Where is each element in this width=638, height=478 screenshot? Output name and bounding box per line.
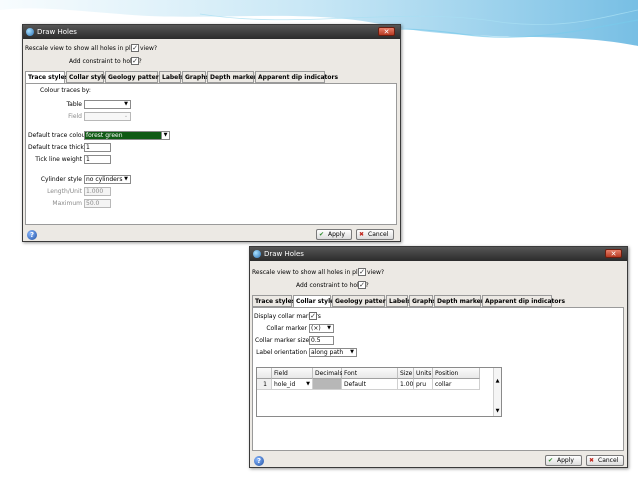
table-cell-decimals[interactable] [313, 379, 342, 390]
field-label: Field [68, 113, 82, 120]
apply-button[interactable]: ✔ Apply [545, 455, 582, 466]
draw-holes-dialog-collar-styles: Draw Holes ✕ Rescale view to show all ho… [249, 246, 628, 468]
title-bar: Draw Holes ✕ [23, 25, 400, 39]
chevron-down-icon: ▼ [350, 349, 354, 355]
window-title: Draw Holes [37, 28, 77, 36]
table-header-size[interactable]: Size [398, 368, 414, 379]
cross-icon: ✖ [589, 457, 595, 464]
chevron-down-icon: ▼ [161, 132, 169, 139]
tab-apparent-dip-indicators[interactable]: Apparent dip indicators [255, 71, 338, 83]
table-cell-size[interactable]: 1.000 [398, 379, 414, 390]
tick-line-weight-input[interactable]: 1 [84, 155, 111, 164]
chevron-down-icon: ⌄ [123, 113, 129, 119]
table-cell-position[interactable]: collar [433, 379, 480, 390]
length-unit-label: Length/Unit [47, 188, 82, 195]
maximum-input[interactable]: 50.0 [84, 199, 111, 208]
display-collar-markers-checkbox[interactable]: ✓ [309, 312, 317, 320]
field-select[interactable]: ⌄ [84, 112, 131, 121]
label-orientation-select[interactable]: along path ▼ [309, 348, 357, 357]
close-icon[interactable]: ✕ [605, 249, 622, 258]
display-collar-markers-label: Display collar markers [254, 313, 321, 320]
tab-graphs[interactable]: Graphs [409, 295, 436, 307]
check-icon: ✔ [319, 231, 325, 238]
trace-styles-panel: Colour traces by: Table ▼ Field ⌄ Defaul… [25, 83, 397, 225]
check-icon: ✔ [548, 457, 554, 464]
table-scrollbar[interactable]: ▲ ▼ [493, 368, 501, 416]
collar-marker-label: Collar marker [266, 325, 307, 332]
help-icon[interactable]: ? [254, 456, 264, 466]
tick-line-weight-label: Tick line weight [35, 156, 82, 163]
button-bar: ? ✔ Apply ✖ Cancel [250, 454, 627, 468]
rescale-view-checkbox[interactable]: ✓ [358, 268, 366, 276]
default-trace-thickness-input[interactable]: 1 [84, 143, 111, 152]
tab-depth-markers[interactable]: Depth markers [207, 71, 260, 83]
table-header-font[interactable]: Font [342, 368, 398, 379]
table-header-units[interactable]: Units [414, 368, 433, 379]
tab-collar-styles[interactable]: Collar styles [66, 71, 111, 83]
chevron-down-icon: ▼ [124, 101, 128, 107]
cylinder-style-label: Cylinder style [40, 176, 82, 183]
scroll-up-icon[interactable]: ▲ [494, 378, 501, 384]
default-trace-thickness-label: Default trace thickness [28, 144, 98, 151]
table-cell-font[interactable]: Default [342, 379, 398, 390]
cross-icon: ✖ [359, 231, 365, 238]
window-title: Draw Holes [264, 250, 304, 258]
table-header-position[interactable]: Position [433, 368, 480, 379]
app-icon [253, 250, 261, 258]
chevron-down-icon: ▼ [124, 176, 128, 182]
tab-depth-markers[interactable]: Depth markers [434, 295, 487, 307]
tab-apparent-dip-indicators[interactable]: Apparent dip indicators [482, 295, 565, 307]
button-bar: ? ✔ Apply ✖ Cancel [23, 228, 400, 242]
cancel-button[interactable]: ✖ Cancel [356, 229, 394, 240]
cylinder-style-select[interactable]: no cylinders ▼ [84, 175, 131, 184]
apply-button[interactable]: ✔ Apply [316, 229, 352, 240]
tab-geology-patterns[interactable]: Geology patterns [332, 295, 394, 307]
chevron-down-icon: ▼ [327, 325, 331, 331]
add-constraint-checkbox[interactable]: ✓ [358, 281, 366, 289]
tab-graphs[interactable]: Graphs [182, 71, 209, 83]
label-orientation-label: Label orientation [256, 349, 307, 356]
table-cell-units[interactable]: pru [414, 379, 433, 390]
draw-holes-dialog-trace-styles: Draw Holes ✕ Rescale view to show all ho… [22, 24, 401, 242]
default-trace-colour-label: Default trace colour [28, 132, 88, 139]
tab-geology-patterns[interactable]: Geology patterns [105, 71, 167, 83]
tab-labels[interactable]: Labels [159, 71, 184, 83]
length-unit-input[interactable]: 1.000 [84, 187, 111, 196]
title-bar: Draw Holes ✕ [250, 247, 627, 261]
table-header-field[interactable]: Field [272, 368, 313, 379]
maximum-label: Maximum [52, 200, 82, 207]
table-cell-field[interactable]: hole_id ▼ [272, 379, 313, 390]
colour-traces-by-label: Colour traces by: [40, 87, 91, 94]
chevron-down-icon: ▼ [306, 381, 310, 387]
cancel-button[interactable]: ✖ Cancel [586, 455, 624, 466]
table-header-decimals[interactable]: Decimals [313, 368, 343, 379]
scroll-down-icon[interactable]: ▼ [494, 408, 501, 414]
collar-marker-size-label: Collar marker size [255, 337, 310, 344]
collar-marker-size-input[interactable]: 0.5 [309, 336, 334, 345]
add-constraint-checkbox[interactable]: ✓ [131, 57, 139, 65]
table-label: Table [66, 101, 82, 108]
collar-label-table: Field Decimals Font Size Units Position … [256, 367, 502, 417]
table-header-corner [257, 368, 272, 379]
close-icon[interactable]: ✕ [378, 27, 395, 36]
rescale-view-checkbox[interactable]: ✓ [131, 44, 139, 52]
collar-marker-select[interactable]: (×) ▼ [309, 324, 334, 333]
tab-labels[interactable]: Labels [386, 295, 411, 307]
default-trace-colour-select[interactable]: forest green ▼ [84, 131, 170, 140]
collar-styles-panel: Display collar markers ✓ Collar marker (… [252, 307, 624, 451]
app-icon [26, 28, 34, 36]
table-row-index: 1 [257, 379, 272, 390]
help-icon[interactable]: ? [27, 230, 37, 240]
table-select[interactable]: ▼ [84, 100, 131, 109]
tab-trace-styles[interactable]: Trace styles [252, 295, 295, 307]
